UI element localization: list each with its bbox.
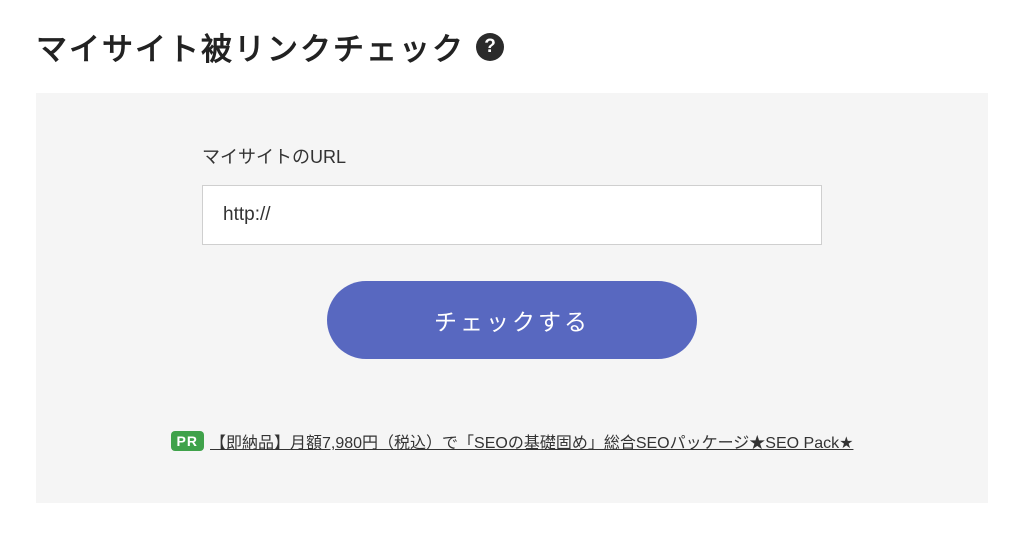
svg-text:?: ? [484,36,496,57]
backlink-check-panel: マイサイトのURL チェックする PR 【即納品】月額7,980円（税込）で「S… [36,93,988,503]
pr-line: PR 【即納品】月額7,980円（税込）で「SEOの基礎固め」総合SEOパッケー… [96,429,928,453]
submit-row: チェックする [202,281,822,359]
page-title: マイサイト被リンクチェック [36,24,465,69]
check-button[interactable]: チェックする [327,281,697,359]
url-input[interactable] [202,185,822,245]
pr-link[interactable]: 【即納品】月額7,980円（税込）で「SEOの基礎固め」総合SEOパッケージ★S… [210,429,853,453]
page-title-row: マイサイト被リンクチェック ? [36,24,988,69]
form-area: マイサイトのURL チェックする [202,143,822,359]
url-field-label: マイサイトのURL [202,143,822,169]
help-icon[interactable]: ? [475,32,505,62]
pr-badge: PR [171,431,204,451]
